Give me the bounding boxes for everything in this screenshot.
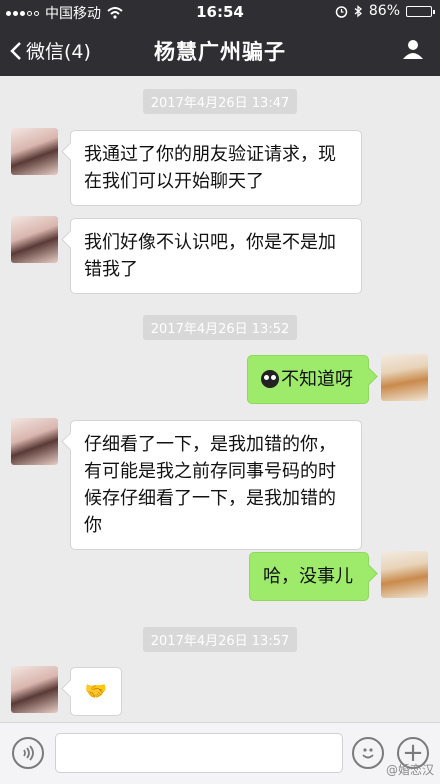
chat-area[interactable]: 2017年4月26日 13:47 我通过了你的朋友验证请求，现在我们可以开始聊天… xyxy=(0,76,440,722)
contact-avatar[interactable] xyxy=(11,216,58,263)
status-bar: 中国移动 16:54 86% xyxy=(0,0,440,24)
message-bubble[interactable]: 仔细看了一下，是我加错的你，有可能是我之前存同事号码的时候存仔细看了一下，是我加… xyxy=(70,420,362,550)
contact-avatar[interactable] xyxy=(11,418,58,465)
status-right: 86% xyxy=(335,3,435,19)
message-bubble[interactable]: 不知道呀 xyxy=(247,355,369,404)
message-text: 不知道呀 xyxy=(281,369,353,390)
input-bar: + @婚恋汉 xyxy=(0,722,440,784)
watermark: @婚恋汉 xyxy=(385,763,434,777)
chat-title: 杨慧广州骗子 xyxy=(154,40,286,64)
my-avatar[interactable] xyxy=(381,354,428,401)
timestamp: 2017年4月26日 13:52 xyxy=(0,315,440,340)
my-avatar[interactable] xyxy=(381,551,428,598)
message-input[interactable] xyxy=(55,733,343,773)
contact-avatar[interactable] xyxy=(11,666,58,713)
handshake-icon: 🤝 xyxy=(84,681,108,702)
message-bubble[interactable]: 🤝 xyxy=(70,667,122,716)
contact-avatar[interactable] xyxy=(11,128,58,175)
nav-bar: 微信(4) 杨慧广州骗子 xyxy=(0,24,440,76)
voice-button[interactable] xyxy=(12,737,44,769)
bluetooth-icon xyxy=(354,4,362,17)
emoji-button[interactable] xyxy=(352,737,384,769)
chat-info-button[interactable] xyxy=(402,38,424,64)
battery-percent: 86% xyxy=(368,3,400,19)
message-bubble[interactable]: 哈，没事儿 xyxy=(249,552,369,601)
person-icon xyxy=(403,40,423,59)
message-bubble[interactable]: 我通过了你的朋友验证请求，现在我们可以开始聊天了 xyxy=(70,130,362,206)
smile-icon xyxy=(362,748,374,759)
battery-icon xyxy=(406,5,435,17)
timestamp: 2017年4月26日 13:57 xyxy=(0,627,440,652)
top-bar: 中国移动 16:54 86% 微信(4) 杨慧广州骗子 xyxy=(0,0,440,76)
voice-icon xyxy=(23,745,34,761)
timestamp: 2017年4月26日 13:47 xyxy=(0,89,440,114)
message-bubble[interactable]: 我们好像不认识吧，你是不是加错我了 xyxy=(70,218,362,294)
dark-face-icon xyxy=(261,370,279,388)
alarm-icon xyxy=(335,5,348,18)
